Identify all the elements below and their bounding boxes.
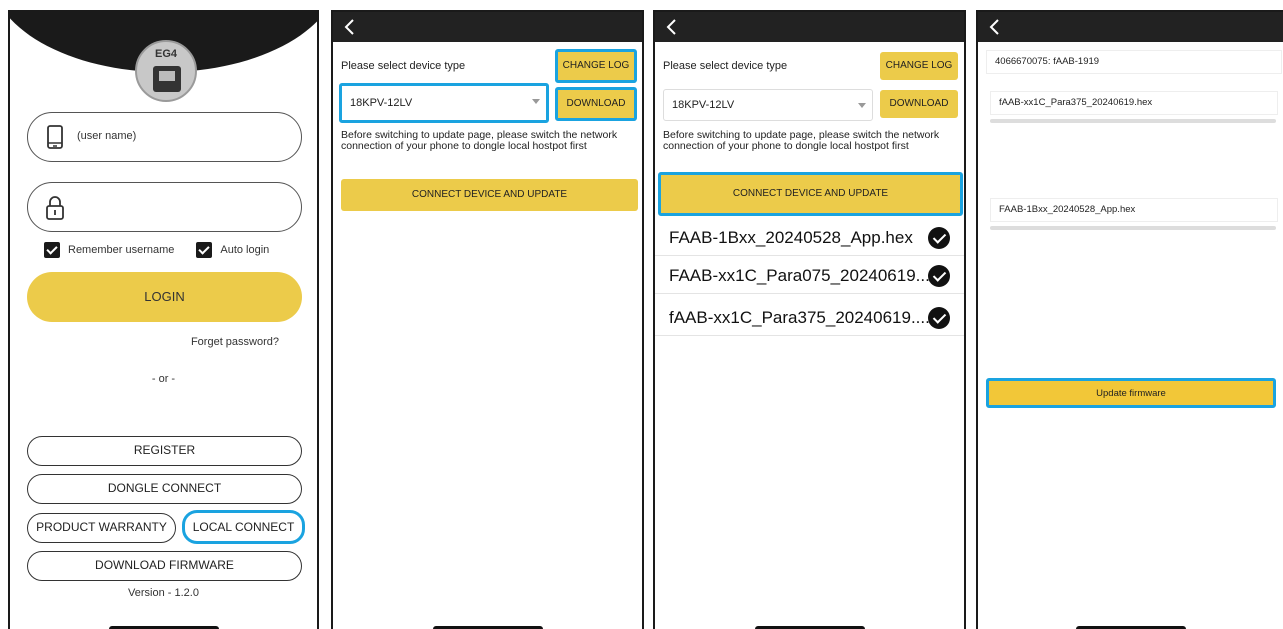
device-type-value: 18KPV-12LV <box>672 99 735 111</box>
version-label: Version - 1.2.0 <box>128 587 199 599</box>
update-firmware-button[interactable]: Update firmware <box>986 378 1276 408</box>
register-button[interactable]: REGISTER <box>27 436 302 466</box>
password-field[interactable] <box>27 182 302 232</box>
select-prompt: Please select device type <box>663 60 788 72</box>
file-name: FAAB-1Bxx_20240528_App.hex <box>669 228 913 247</box>
dropdown-caret-icon <box>532 99 540 104</box>
device-type-select[interactable]: 18KPV-12LV <box>663 89 873 121</box>
update-firmware-screen: 4066670075: fAAB-1919 fAAB-xx1C_Para375_… <box>976 10 1283 629</box>
download-firmware-button[interactable]: DOWNLOAD FIRMWARE <box>27 551 302 581</box>
local-connect-button[interactable]: LOCAL CONNECT <box>182 510 305 544</box>
autologin-label: Auto login <box>220 244 270 256</box>
top-bar <box>978 12 1283 42</box>
firmware-file-1: fAAB-xx1C_Para375_20240619.hex <box>990 91 1278 115</box>
phone-icon <box>47 125 63 149</box>
login-screen: EG4 (user name) Remember username Auto l… <box>8 10 319 629</box>
remember-checkbox[interactable] <box>44 242 60 258</box>
connect-update-button[interactable]: CONNECT DEVICE AND UPDATE <box>658 172 963 216</box>
checkmark-icon <box>928 227 950 249</box>
lock-icon <box>46 196 64 220</box>
forget-password-link[interactable]: Forget password? <box>191 336 279 348</box>
top-bar <box>333 12 642 42</box>
login-button[interactable]: LOGIN <box>27 272 302 322</box>
download-button[interactable]: DOWNLOAD <box>880 90 958 118</box>
file-name: FAAB-xx1C_Para075_20240619.... <box>669 266 935 285</box>
hotspot-note: Before switching to update page, please … <box>663 129 940 152</box>
change-log-button[interactable]: CHANGE LOG <box>880 52 958 80</box>
download-button[interactable]: DOWNLOAD <box>555 87 637 121</box>
eg4-logo: EG4 <box>135 40 197 102</box>
top-bar <box>655 12 964 42</box>
back-arrow-icon[interactable] <box>665 18 677 36</box>
device-id-field: 4066670075: fAAB-1919 <box>986 50 1282 74</box>
firmware-file-2: FAAB-1Bxx_20240528_App.hex <box>990 198 1278 222</box>
username-field[interactable]: (user name) <box>27 112 302 162</box>
back-arrow-icon[interactable] <box>343 18 355 36</box>
username-placeholder: (user name) <box>77 130 137 142</box>
device-type-value: 18KPV-12LV <box>350 97 413 109</box>
file-item[interactable]: fAAB-xx1C_Para375_20240619.... <box>655 300 964 336</box>
inverter-icon <box>153 66 181 92</box>
remember-row: Remember username Auto login <box>44 242 269 258</box>
or-divider: - or - <box>151 373 176 385</box>
autologin-checkbox[interactable] <box>196 242 213 258</box>
file-item[interactable]: FAAB-xx1C_Para075_20240619.... <box>655 258 964 294</box>
file-name: fAAB-xx1C_Para375_20240619.... <box>669 308 930 327</box>
logo-text: EG4 <box>155 48 178 60</box>
file-list-screen: Please select device type CHANGE LOG 18K… <box>653 10 966 629</box>
hotspot-note: Before switching to update page, please … <box>341 129 618 152</box>
file-item[interactable]: FAAB-1Bxx_20240528_App.hex <box>655 220 964 256</box>
back-arrow-icon[interactable] <box>988 18 1000 36</box>
dropdown-caret-icon <box>858 103 866 108</box>
checkmark-icon <box>928 307 950 329</box>
select-device-screen: Please select device type CHANGE LOG 18K… <box>331 10 644 629</box>
device-type-select[interactable]: 18KPV-12LV <box>339 83 549 123</box>
progress-bar-2 <box>990 226 1276 230</box>
dongle-connect-button[interactable]: DONGLE CONNECT <box>27 474 302 504</box>
product-warranty-button[interactable]: PRODUCT WARRANTY <box>27 513 176 543</box>
progress-bar-1 <box>990 119 1276 123</box>
checkmark-icon <box>928 265 950 287</box>
select-prompt: Please select device type <box>341 60 466 72</box>
connect-update-button[interactable]: CONNECT DEVICE AND UPDATE <box>341 179 638 211</box>
change-log-button[interactable]: CHANGE LOG <box>555 49 637 83</box>
remember-label: Remember username <box>68 244 175 256</box>
